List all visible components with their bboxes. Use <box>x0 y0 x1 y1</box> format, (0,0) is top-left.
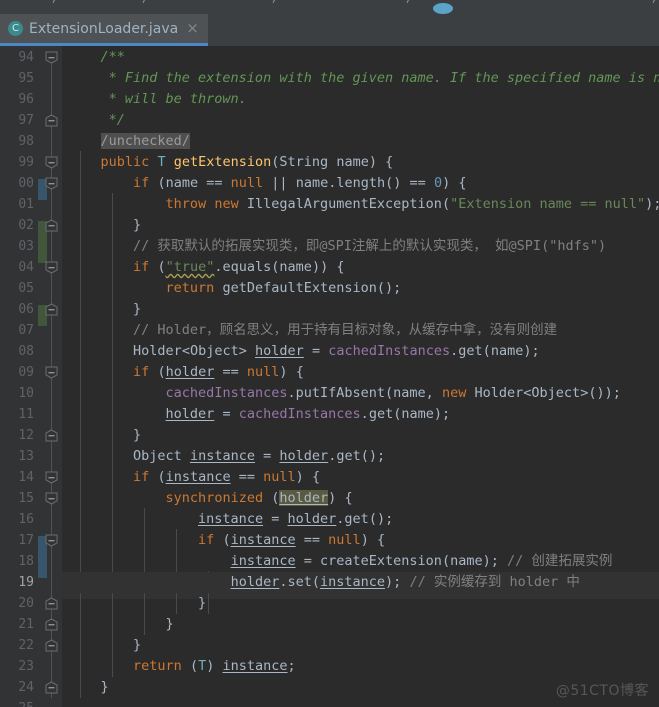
code-line[interactable]: instance = holder.get(); <box>62 509 659 530</box>
toolbar-glyph: / <box>142 0 149 5</box>
code-editor[interactable]: 94 95 96 97 98 99 00 01 02 03 04 05 06 07 08 09 10 11 12 13… <box>0 46 659 707</box>
line-number: 02 <box>18 218 34 233</box>
fold-toggle-icon[interactable] <box>45 534 58 547</box>
tab-label: ExtensionLoader.java <box>29 20 179 37</box>
line-number: 22 <box>18 638 34 653</box>
line-number: 21 <box>18 617 34 632</box>
line-number: 04 <box>18 260 34 275</box>
fold-toggle-icon[interactable] <box>45 618 58 631</box>
code-line[interactable]: holder.set(instance); // 实例缓存到 holder 中 <box>62 572 659 593</box>
fold-toggle-icon[interactable] <box>45 471 58 484</box>
line-number: 20 <box>18 596 34 611</box>
line-number: 18 <box>18 554 34 569</box>
toolbar-glyph: / <box>272 0 279 5</box>
line-number: 03 <box>18 239 34 254</box>
toolbar-icon-blue[interactable] <box>433 3 453 14</box>
watermark-label: @51CTO博客 <box>555 683 649 699</box>
toolbar-glyph: / <box>406 0 413 5</box>
code-line[interactable]: /unchecked/ <box>62 131 659 152</box>
code-line[interactable]: holder = cachedInstances.get(name); <box>62 404 659 425</box>
line-number: 16 <box>18 512 34 527</box>
code-line[interactable]: } <box>62 635 659 656</box>
fold-toggle-icon[interactable] <box>45 639 58 652</box>
code-line[interactable]: Object instance = holder.get(); <box>62 446 659 467</box>
code-line[interactable]: return getDefaultExtension(); <box>62 278 659 299</box>
line-number: 12 <box>18 428 34 443</box>
line-number: 25 <box>18 698 34 707</box>
code-line[interactable]: if (holder == null) { <box>62 362 659 383</box>
line-number: 05 <box>18 281 34 296</box>
code-line[interactable]: * Find the extension with the given name… <box>62 68 659 89</box>
fold-toggle-icon[interactable] <box>45 114 58 127</box>
code-line[interactable]: } <box>62 614 659 635</box>
code-line[interactable]: instance = createExtension(name); // 创建拓… <box>62 551 659 572</box>
line-number: 23 <box>18 659 34 674</box>
editor-gutter[interactable]: 94 95 96 97 98 99 00 01 02 03 04 05 06 07 08 09 10 11 12 13… <box>0 46 62 707</box>
line-number: 10 <box>18 386 34 401</box>
code-line[interactable]: cachedInstances.putIfAbsent(name, new Ho… <box>62 383 659 404</box>
line-number: 96 <box>18 92 34 107</box>
code-line[interactable]: synchronized (holder) { <box>62 488 659 509</box>
code-line[interactable]: * will be thrown. <box>62 89 659 110</box>
line-number: 24 <box>18 680 34 695</box>
code-line[interactable]: if (instance == null) { <box>62 530 659 551</box>
code-line[interactable]: } <box>62 215 659 236</box>
toolbar-glyph: / <box>652 0 659 5</box>
line-number: 99 <box>18 155 34 170</box>
line-number: 98 <box>18 134 34 149</box>
toolbar-strip-clipped: / / / / / <box>0 0 659 14</box>
fold-toggle-icon[interactable] <box>45 681 58 694</box>
toolbar-glyph: / <box>52 0 59 5</box>
fold-toggle-icon[interactable] <box>45 429 58 442</box>
code-line[interactable]: } <box>62 299 659 320</box>
line-number: 06 <box>18 302 34 317</box>
code-line[interactable]: /** <box>62 47 659 68</box>
fold-toggle-icon[interactable] <box>45 492 58 505</box>
code-line[interactable]: // Holder，顾名思义，用于持有目标对象，从缓存中拿，没有则创建 <box>62 320 659 341</box>
fold-toggle-icon[interactable] <box>45 303 58 316</box>
code-line[interactable]: */ <box>62 110 659 131</box>
fold-toggle-icon[interactable] <box>45 366 58 379</box>
code-line[interactable]: if (instance == null) { <box>62 467 659 488</box>
close-icon[interactable]: × <box>186 21 199 36</box>
line-number: 07 <box>18 323 34 338</box>
code-line[interactable]: } <box>62 593 659 614</box>
line-number: 94 <box>18 50 34 65</box>
line-number: 09 <box>18 365 34 380</box>
code-line[interactable]: // 获取默认的拓展实现类，即@SPI注解上的默认实现类， 如@SPI("hdf… <box>62 236 659 257</box>
code-line[interactable]: if (name == null || name.length() == 0) … <box>62 173 659 194</box>
ide-window: / / / / / C ExtensionLoader.java × 94959… <box>0 0 659 707</box>
fold-toggle-icon[interactable] <box>45 177 58 190</box>
line-number: 19 <box>18 575 34 590</box>
line-number: 08 <box>18 344 34 359</box>
fold-toggle-icon[interactable] <box>45 597 58 610</box>
line-number: 97 <box>18 113 34 128</box>
java-interface-icon: C <box>8 21 23 36</box>
code-line[interactable]: } <box>62 425 659 446</box>
line-number: 17 <box>18 533 34 548</box>
tab-extensionloader-java[interactable]: C ExtensionLoader.java × <box>0 14 208 46</box>
code-text-area[interactable]: /** * Find the extension with the given … <box>62 46 659 707</box>
line-number: 13 <box>18 449 34 464</box>
fold-toggle-icon[interactable] <box>45 51 58 64</box>
line-number: 14 <box>18 470 34 485</box>
code-line[interactable]: throw new IllegalArgumentException("Exte… <box>62 194 659 215</box>
line-number: 95 <box>18 71 34 86</box>
line-number: 00 <box>18 176 34 191</box>
code-line[interactable]: Holder<Object> holder = cachedInstances.… <box>62 341 659 362</box>
line-number: 01 <box>18 197 34 212</box>
line-number: 15 <box>18 491 34 506</box>
editor-tab-bar: C ExtensionLoader.java × <box>0 14 659 46</box>
fold-toggle-icon[interactable] <box>45 219 58 232</box>
line-number: 11 <box>18 407 34 422</box>
fold-toggle-icon[interactable] <box>45 261 58 274</box>
code-line[interactable]: if ("true".equals(name)) { <box>62 257 659 278</box>
code-line[interactable]: public T getExtension(String name) { <box>62 152 659 173</box>
code-line[interactable]: return (T) instance; <box>62 656 659 677</box>
fold-toggle-icon[interactable] <box>45 156 58 169</box>
